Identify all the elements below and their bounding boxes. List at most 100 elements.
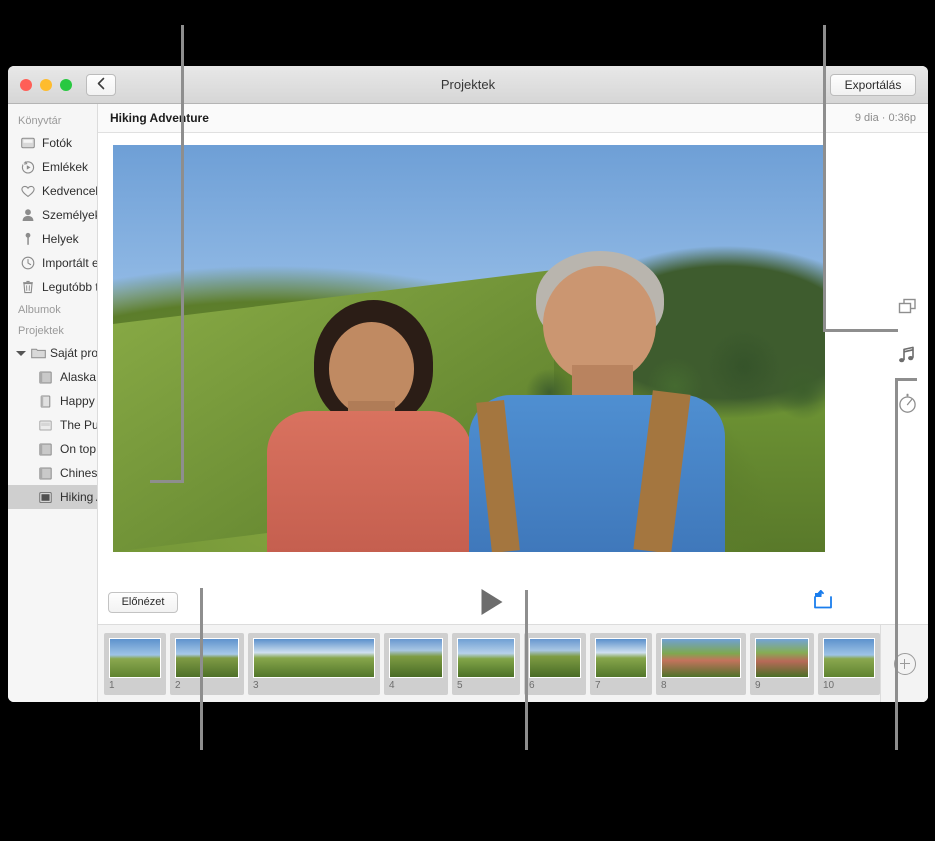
chevron-down-icon[interactable] (16, 351, 26, 356)
callout-line-themes-vertical (823, 25, 826, 332)
zoom-window-button[interactable] (60, 79, 72, 91)
project-header: Hiking Adventure 9 dia · 0:36p (98, 104, 928, 133)
sidebar-item-hiking-adventure[interactable]: Hiking Adventure (8, 485, 97, 509)
close-window-button[interactable] (20, 79, 32, 91)
sidebar-section-albums-header: Albumok (8, 299, 97, 320)
sidebar-item-label: Importált elemek (42, 256, 98, 270)
sidebar-item-alaska-book-project[interactable]: Alaska Book Proj… (8, 365, 97, 389)
photo-person-man (469, 251, 725, 552)
sidebar[interactable]: Könyvtár Fotók Emlékek Ke (8, 104, 98, 702)
callout-line-sidebar-horizontal (150, 480, 184, 483)
filmstrip-slide[interactable]: 3 (248, 633, 380, 695)
slide-number: 9 (755, 678, 809, 691)
sidebar-group-my-projects[interactable]: Saját projektek (8, 341, 97, 365)
filmstrip-slide[interactable]: 7 (590, 633, 652, 695)
filmstrip[interactable]: 1 2 3 4 5 (98, 624, 928, 702)
slide-number: 4 (389, 678, 443, 691)
trash-icon (20, 280, 35, 295)
sidebar-item-imported[interactable]: Importált elemek (8, 251, 97, 275)
sidebar-item-chinese-new-year[interactable]: Chinese New Year (8, 461, 97, 485)
slide-preview[interactable] (113, 145, 825, 552)
share-export-icon[interactable] (812, 590, 834, 615)
sidebar-item-people[interactable]: Személyek (8, 203, 97, 227)
back-button[interactable] (86, 74, 116, 96)
filmstrip-slide[interactable]: 9 (750, 633, 814, 695)
card-icon (38, 418, 53, 433)
pin-icon (20, 232, 35, 247)
book-icon (38, 394, 53, 409)
slide-number: 7 (595, 678, 647, 691)
duration-stopwatch-icon[interactable] (896, 392, 918, 414)
slide-thumbnail (661, 638, 741, 678)
slide-number: 6 (529, 678, 581, 691)
traffic-light-group (20, 79, 72, 91)
filmstrip-slide[interactable]: 6 (524, 633, 586, 695)
sidebar-item-on-top-of-the-world[interactable]: On top of the W… (8, 437, 97, 461)
sidebar-item-photos[interactable]: Fotók (8, 131, 97, 155)
sidebar-item-the-pup[interactable]: The Pup (8, 413, 97, 437)
sidebar-item-label: On top of the W… (60, 442, 98, 456)
slide-number: 5 (457, 678, 515, 691)
book-icon (38, 370, 53, 385)
sidebar-item-label: Helyek (42, 232, 79, 246)
window-titlebar: Projektek Exportálás (8, 66, 928, 104)
slide-thumbnail (389, 638, 443, 678)
sidebar-group-label: Saját projektek (50, 346, 98, 360)
sidebar-item-label: Chinese New Year (60, 466, 98, 480)
sidebar-item-memories[interactable]: Emlékek (8, 155, 97, 179)
filmstrip-slide[interactable]: 8 (656, 633, 746, 695)
sidebar-item-recently-deleted[interactable]: Legutóbb törölt (8, 275, 97, 299)
preview-column: Előnézet (98, 133, 886, 624)
callout-line-sidebar-vertical (181, 25, 184, 483)
add-slide-button[interactable] (880, 625, 928, 702)
slideshow-icon (38, 490, 53, 505)
callout-line-play-vertical (525, 590, 528, 750)
sidebar-item-label: Kedvencek (42, 184, 98, 198)
slide-list[interactable]: 1 2 3 4 5 (104, 633, 880, 695)
slide-thumbnail (109, 638, 161, 678)
slide-number: 3 (253, 678, 375, 691)
sidebar-item-label: Emlékek (42, 160, 88, 174)
callout-line-themes-horizontal (823, 329, 898, 332)
filmstrip-slide[interactable]: 2 (170, 633, 244, 695)
slide-number: 10 (823, 678, 875, 691)
music-note-icon[interactable] (896, 344, 918, 366)
sidebar-item-label: Fotók (42, 136, 72, 150)
preview-button[interactable]: Előnézet (108, 592, 178, 613)
slide-thumbnail (457, 638, 515, 678)
sidebar-item-label: Happy Birthday… (60, 394, 98, 408)
photos-icon (20, 136, 35, 151)
slide-thumbnail (253, 638, 375, 678)
editor-stage: Előnézet (98, 133, 928, 624)
book-icon (38, 442, 53, 457)
themes-icon[interactable] (896, 296, 918, 318)
slide-thumbnail (175, 638, 239, 678)
slide-thumbnail (529, 638, 581, 678)
folder-icon (31, 346, 46, 361)
slide-thumbnail (595, 638, 647, 678)
sidebar-item-label: Legutóbb törölt (42, 280, 98, 294)
sidebar-item-favorites[interactable]: Kedvencek (8, 179, 97, 203)
callout-line-music-vertical (895, 378, 898, 750)
filmstrip-slide[interactable]: 10 (818, 633, 880, 695)
page-title: Hiking Adventure (110, 111, 209, 125)
sidebar-item-places[interactable]: Helyek (8, 227, 97, 251)
sidebar-item-happy-birthday[interactable]: Happy Birthday… (8, 389, 97, 413)
callout-line-music-horizontal (895, 378, 917, 381)
main-content: Hiking Adventure 9 dia · 0:36p (98, 104, 928, 702)
book-icon (38, 466, 53, 481)
play-icon[interactable] (482, 589, 503, 615)
heart-icon (20, 184, 35, 199)
slide-number: 2 (175, 678, 239, 691)
filmstrip-slide[interactable]: 4 (384, 633, 448, 695)
minimize-window-button[interactable] (40, 79, 52, 91)
filmstrip-slide[interactable]: 5 (452, 633, 520, 695)
slide-photo (113, 145, 825, 552)
memories-icon (20, 160, 35, 175)
sidebar-item-label: Alaska Book Proj… (60, 370, 98, 384)
filmstrip-slide[interactable]: 1 (104, 633, 166, 695)
sidebar-section-projects-header: Projektek (8, 320, 97, 341)
chevron-left-icon (97, 77, 105, 92)
export-button[interactable]: Exportálás (830, 74, 916, 96)
slide-thumbnail (823, 638, 875, 678)
